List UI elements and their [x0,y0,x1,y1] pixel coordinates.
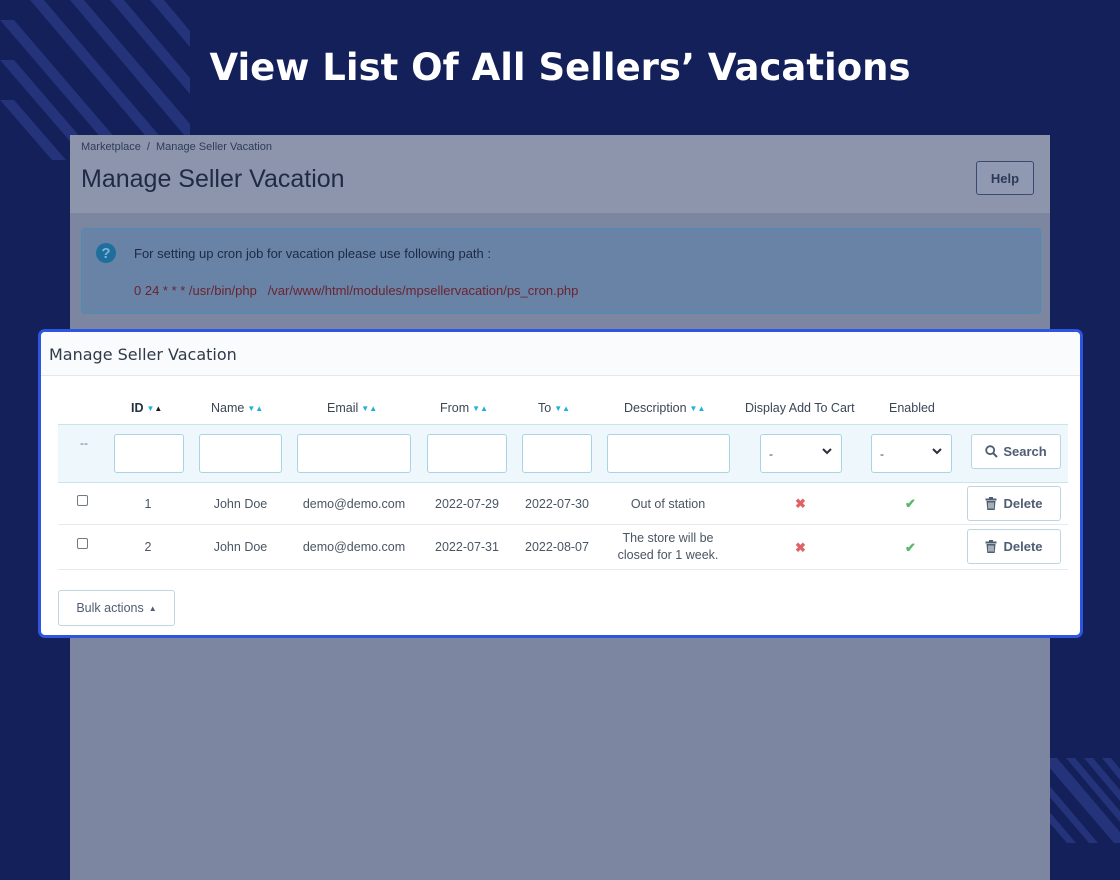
cron-info-text: For setting up cron job for vacation ple… [134,246,491,261]
search-icon [985,445,999,458]
bulk-actions-label: Bulk actions [76,601,144,615]
cell-from: 2022-07-31 [435,540,499,554]
trash-icon [985,497,997,510]
column-header-email[interactable]: Email ▼▲ [327,401,377,415]
cell-name: John Doe [213,540,268,554]
select-value: - [769,447,773,461]
search-button[interactable]: Search [971,434,1061,469]
sort-arrows-icon[interactable]: ▼▲ [361,404,377,413]
cron-path-text: 0 24 * * * /usr/bin/php /var/www/html/mo… [134,283,579,298]
cron-info-alert: ? For setting up cron job for vacation p… [81,228,1041,314]
column-label-name: Name [211,401,245,415]
sort-arrows-icon[interactable]: ▼▲ [472,404,488,413]
chevron-down-icon [822,448,832,455]
column-header-display-add-to-cart: Display Add To Cart [745,401,855,415]
filter-email-input[interactable] [297,434,411,473]
disabled-cross-icon[interactable]: ✖ [795,496,806,512]
delete-button[interactable]: Delete [967,529,1061,564]
filter-description-input[interactable] [607,434,730,473]
sort-arrows-icon[interactable]: ▼▲ [554,404,570,413]
column-header-description[interactable]: Description ▼▲ [624,401,705,415]
column-header-name[interactable]: Name ▼▲ [211,401,263,415]
column-label-to: To [538,401,552,415]
chevron-down-icon [932,448,942,455]
cell-id: 1 [144,497,152,511]
enabled-check-icon[interactable]: ✔ [905,540,916,556]
help-button[interactable]: Help [976,161,1034,195]
bulk-actions-button[interactable]: Bulk actions ▲ [58,590,175,626]
sort-arrows-icon[interactable]: ▼▲ [690,404,706,413]
breadcrumb-current: Manage Seller Vacation [155,141,272,153]
column-label-id: ID [131,401,144,415]
filter-id-input[interactable] [114,434,184,473]
column-label-email: Email [327,401,359,415]
column-label-from: From [440,401,470,415]
table-row: 2 John Doe demo@demo.com 2022-07-31 2022… [58,525,1068,570]
panel-header: Manage Seller Vacation [41,332,1080,376]
delete-button[interactable]: Delete [967,486,1061,521]
trash-icon [985,540,997,553]
cell-email: demo@demo.com [302,540,406,554]
panel-title: Manage Seller Vacation [49,345,237,364]
caret-up-icon: ▲ [148,603,157,613]
column-label-description: Description [624,401,687,415]
row-checkbox[interactable] [77,495,88,506]
breadcrumb: Marketplace / Manage Seller Vacation [81,141,272,153]
delete-button-label: Delete [1003,496,1043,511]
cell-email: demo@demo.com [302,497,406,511]
filter-row: -- - - Search [58,424,1068,483]
cell-description: Out of station [630,497,706,511]
breadcrumb-separator: / [146,141,150,153]
sort-arrows-icon[interactable]: ▼▲ [147,404,163,413]
filter-display-add-to-cart-select[interactable]: - [760,434,842,473]
filter-name-input[interactable] [199,434,282,473]
column-header-id[interactable]: ID ▼▲ [131,401,162,415]
enabled-check-icon[interactable]: ✔ [905,496,916,512]
filter-to-input[interactable] [522,434,592,473]
filter-placeholder-dash: -- [80,436,88,450]
cell-description: The store will be closed for 1 week. [617,531,719,562]
page-headline: View List Of All Sellers’ Vacations [209,46,911,89]
row-checkbox[interactable] [77,538,88,549]
search-button-label: Search [1003,444,1047,459]
breadcrumb-parent[interactable]: Marketplace [81,141,141,153]
cell-to: 2022-07-30 [525,497,589,511]
column-header-from[interactable]: From ▼▲ [440,401,488,415]
sort-arrows-icon[interactable]: ▼▲ [247,404,263,413]
select-value: - [880,447,884,461]
cell-to: 2022-08-07 [525,540,589,554]
filter-enabled-select[interactable]: - [871,434,952,473]
column-header-to[interactable]: To ▼▲ [538,401,570,415]
delete-button-label: Delete [1003,539,1043,554]
seller-vacation-panel: Manage Seller Vacation ID ▼▲ Name ▼▲ Email… [38,329,1083,638]
cell-from: 2022-07-29 [435,497,499,511]
disabled-cross-icon[interactable]: ✖ [795,540,806,556]
table-row: 1 John Doe demo@demo.com 2022-07-29 2022… [58,483,1068,525]
filter-from-input[interactable] [427,434,507,473]
admin-header: Marketplace / Manage Seller Vacation Manag… [70,135,1050,213]
question-icon: ? [96,243,116,263]
column-header-enabled: Enabled [889,401,935,415]
decorative-stripes-bottom-right [1048,758,1120,843]
cell-id: 2 [144,540,152,554]
admin-page-title: Manage Seller Vacation [81,165,345,193]
cell-name: John Doe [213,497,268,511]
